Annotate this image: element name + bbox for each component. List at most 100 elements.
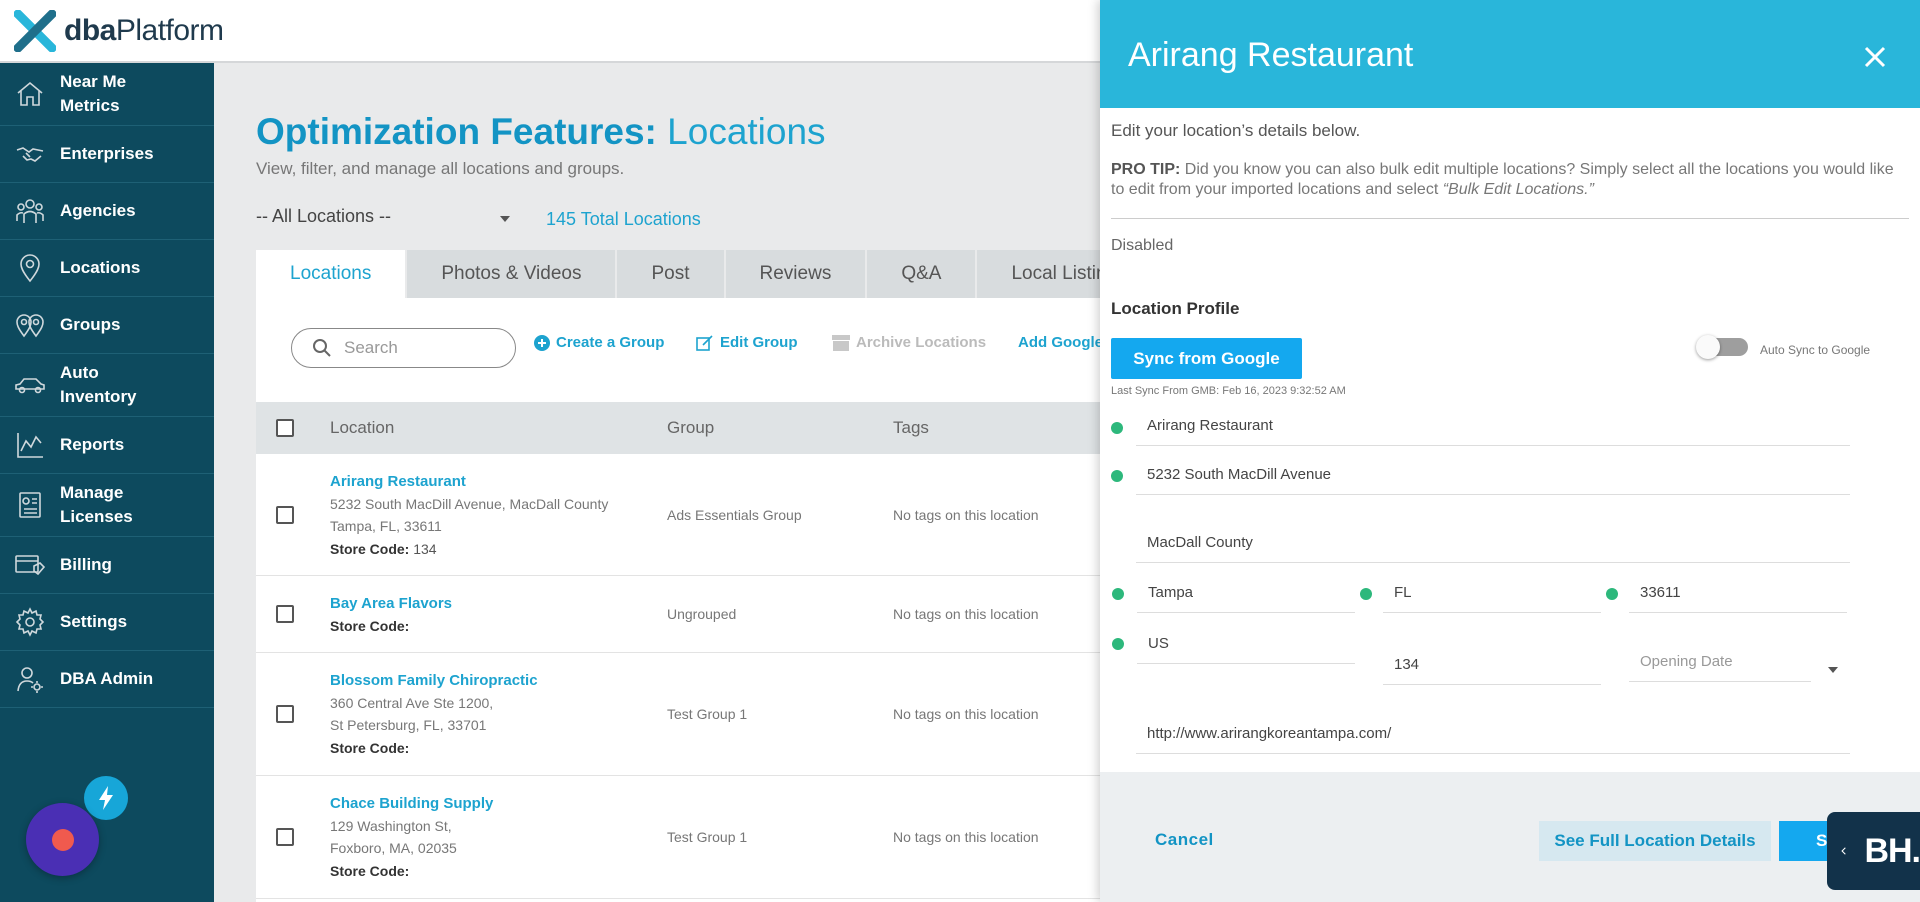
sidebar-item-reports[interactable]: Reports xyxy=(0,417,214,474)
location-group: Test Group 1 xyxy=(667,706,748,722)
pro-tip: PRO TIP: Did you know you can also bulk … xyxy=(1111,161,1894,198)
page-title: Optimization Features: Locations xyxy=(256,111,826,152)
record-dot-icon xyxy=(51,828,74,851)
table-row[interactable]: Arirang Restaurant 5232 South MacDill Av… xyxy=(256,454,1100,576)
city-field[interactable]: Tampa xyxy=(1137,573,1355,613)
select-all-checkbox[interactable] xyxy=(276,419,294,437)
table-row[interactable]: Blossom Family Chiropractic 360 Central … xyxy=(256,653,1100,776)
tab-locations[interactable]: Locations xyxy=(256,250,406,298)
gear-icon xyxy=(0,607,60,637)
location-tags: No tags on this location xyxy=(893,507,1039,523)
column-tags[interactable]: Tags xyxy=(893,418,929,438)
cancel-button[interactable]: Cancel xyxy=(1155,830,1214,850)
sidebar-item-agencies[interactable]: Agencies xyxy=(0,183,214,240)
sidebar-item-dba-admin[interactable]: DBA Admin xyxy=(0,651,214,708)
create-group-button[interactable]: Create a Group xyxy=(534,334,664,351)
chevron-left-icon xyxy=(1841,847,1846,855)
bh-support-widget[interactable]: BH. xyxy=(1827,812,1920,890)
location-group: Test Group 1 xyxy=(667,829,748,845)
location-group: Ungrouped xyxy=(667,606,737,622)
tab-post[interactable]: Post xyxy=(617,250,724,298)
status-dot xyxy=(1111,422,1123,434)
sidebar-item-label: Groups xyxy=(60,315,121,334)
tab-photos-videos[interactable]: Photos & Videos xyxy=(407,250,616,298)
sidebar-item-settings[interactable]: Settings xyxy=(0,594,214,651)
row-checkbox[interactable] xyxy=(276,705,294,723)
sidebar-item-label: Auto Inventory xyxy=(60,363,137,406)
search-input[interactable]: Search xyxy=(291,328,516,368)
sidebar-item-groups[interactable]: Groups xyxy=(0,297,214,354)
handshake-icon xyxy=(0,142,60,166)
sidebar-item-label: Agencies xyxy=(60,201,136,220)
search-icon xyxy=(313,339,331,357)
sidebar-item-enterprises[interactable]: Enterprises xyxy=(0,126,214,183)
column-location[interactable]: Location xyxy=(330,418,394,438)
quick-action-button[interactable] xyxy=(84,776,128,820)
chart-icon xyxy=(0,431,60,459)
sidebar-item-billing[interactable]: Billing xyxy=(0,537,214,594)
auto-sync-label: Auto Sync to Google xyxy=(1760,343,1871,357)
map-pin-icon xyxy=(0,253,60,283)
location-name-field[interactable]: Arirang Restaurant xyxy=(1136,406,1850,446)
lightning-icon xyxy=(99,786,113,810)
dba-platform-logo[interactable]: dbaPlatform xyxy=(14,10,224,52)
store-code: Store Code: xyxy=(330,618,410,634)
row-checkbox[interactable] xyxy=(276,828,294,846)
status-dot xyxy=(1112,638,1124,650)
sidebar-item-manage-licenses[interactable]: Manage Licenses xyxy=(0,474,214,537)
sidebar-item-locations[interactable]: Locations xyxy=(0,240,214,297)
sidebar-item-auto-inventory[interactable]: Auto Inventory xyxy=(0,354,214,417)
location-tags: No tags on this location xyxy=(893,606,1039,622)
zip-field[interactable]: 33611 xyxy=(1629,573,1847,613)
last-sync-text: Last Sync From GMB: Feb 16, 2023 9:32:52… xyxy=(1111,385,1346,397)
tab-reviews[interactable]: Reviews xyxy=(725,250,866,298)
location-name-link[interactable]: Blossom Family Chiropractic xyxy=(330,672,538,689)
license-icon xyxy=(0,490,60,520)
close-icon[interactable] xyxy=(1864,46,1886,73)
archive-locations-button[interactable]: Archive Locations xyxy=(832,334,986,351)
edit-group-button[interactable]: Edit Group xyxy=(696,334,798,351)
feature-tabs: Locations Photos & Videos Post Reviews Q… xyxy=(256,250,1143,298)
record-button[interactable] xyxy=(26,803,99,876)
archive-icon xyxy=(832,334,850,351)
row-checkbox[interactable] xyxy=(276,605,294,623)
sidebar-item-label: Manage Licenses xyxy=(60,483,133,526)
store-code-field[interactable]: 134 xyxy=(1383,645,1601,685)
location-filter-select[interactable]: -- All Locations -- xyxy=(256,206,518,236)
location-group: Ads Essentials Group xyxy=(667,507,802,523)
location-name-link[interactable]: Arirang Restaurant xyxy=(330,473,466,490)
sidebar-item-label: Settings xyxy=(60,612,128,631)
drawer-title: Arirang Restaurant xyxy=(1128,36,1414,74)
location-tags: No tags on this location xyxy=(893,706,1039,722)
address-line1-field[interactable]: 5232 South MacDill Avenue xyxy=(1136,455,1850,495)
table-row[interactable]: Bay Area Flavors Store Code: Ungrouped N… xyxy=(256,576,1100,653)
sidebar-item-label: Reports xyxy=(60,435,125,454)
location-status: Disabled xyxy=(1111,237,1174,254)
page-subtitle: View, filter, and manage all locations a… xyxy=(256,159,625,178)
state-field[interactable]: FL xyxy=(1383,573,1601,613)
see-full-details-button[interactable]: See Full Location Details xyxy=(1539,821,1771,861)
column-group[interactable]: Group xyxy=(667,418,714,438)
website-field[interactable]: http://www.arirangkoreantampa.com/ xyxy=(1136,714,1850,754)
chevron-down-icon xyxy=(500,216,510,222)
location-name-link[interactable]: Chace Building Supply xyxy=(330,795,493,812)
add-google-button[interactable]: Add Google xyxy=(1018,334,1100,351)
tab-qa[interactable]: Q&A xyxy=(867,250,976,298)
sidebar-item-near-me-metrics[interactable]: Near Me Metrics xyxy=(0,63,214,126)
section-title: Location Profile xyxy=(1111,299,1240,318)
sidebar-item-label: Enterprises xyxy=(60,144,154,163)
store-code: Store Code: xyxy=(330,863,410,879)
opening-date-select[interactable]: Opening Date xyxy=(1629,642,1811,682)
status-dot xyxy=(1360,588,1372,600)
billing-icon xyxy=(0,552,60,578)
address-line2-field[interactable]: MacDall County xyxy=(1136,523,1850,563)
auto-sync-toggle[interactable] xyxy=(1696,335,1748,359)
location-name-link[interactable]: Bay Area Flavors xyxy=(330,595,452,612)
sync-from-google-button[interactable]: Sync from Google xyxy=(1111,338,1302,379)
row-checkbox[interactable] xyxy=(276,506,294,524)
sidebar-item-label: Billing xyxy=(60,555,112,574)
country-field[interactable]: US xyxy=(1137,624,1355,664)
status-dot xyxy=(1111,470,1123,482)
car-icon xyxy=(0,375,60,395)
table-row[interactable]: Chace Building Supply 129 Washington St,… xyxy=(256,776,1100,899)
